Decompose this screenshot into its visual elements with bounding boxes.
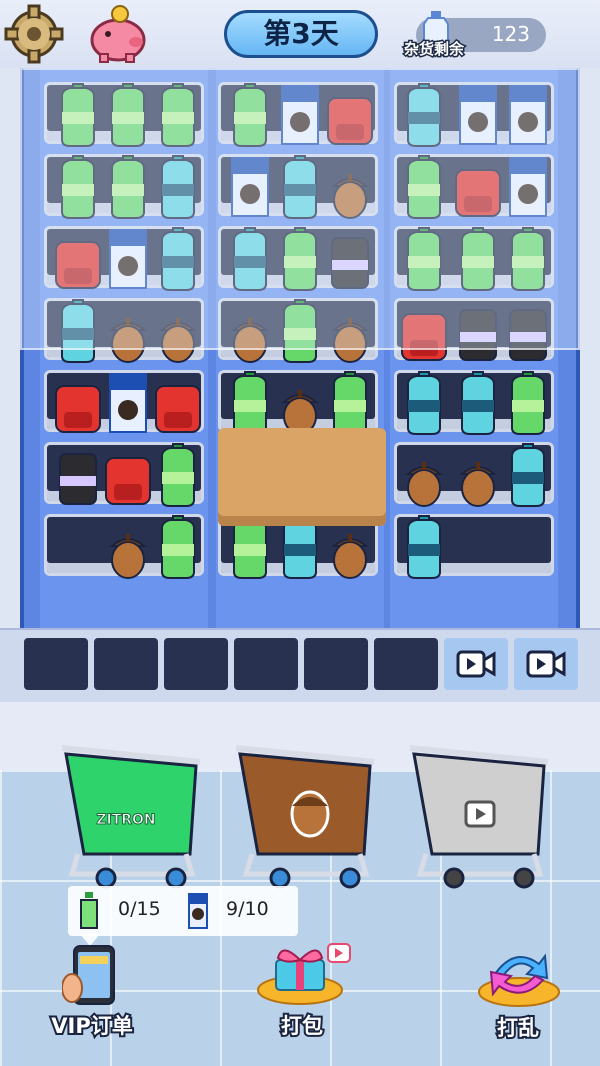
green-bottle-cart[interactable]: ZITRON <box>56 744 206 894</box>
unlock-slot-video-2[interactable] <box>514 638 578 690</box>
green-bottle-item[interactable] <box>511 371 545 435</box>
green-bottle-icon <box>80 892 98 929</box>
unlock-slot-video-1[interactable] <box>444 638 508 690</box>
acorn-item[interactable] <box>331 534 369 579</box>
gift-box-icon <box>257 943 351 1005</box>
blue-bottle-item[interactable] <box>511 443 545 507</box>
cookie-pack-item[interactable] <box>109 373 147 433</box>
cardboard-box[interactable] <box>218 428 386 526</box>
vip-order-button[interactable]: VIP订单 <box>44 944 140 1040</box>
holding-slot-3[interactable] <box>164 638 228 690</box>
blue-bottle-item[interactable] <box>461 371 495 435</box>
cookie-pack-progress: 9/10 <box>226 898 269 920</box>
can-item[interactable] <box>59 453 97 505</box>
backpack-item[interactable] <box>155 385 201 433</box>
holding-slot-4[interactable] <box>234 638 298 690</box>
pack-button[interactable]: 打包 <box>252 940 352 1040</box>
video-ad-icon <box>456 650 496 678</box>
cookie-pack-icon <box>188 893 208 929</box>
holding-slot-2[interactable] <box>94 638 158 690</box>
acorn-item[interactable] <box>109 534 147 579</box>
green-bottle-item[interactable] <box>333 371 367 435</box>
blue-bottle-item[interactable] <box>407 371 441 435</box>
green-bottle-item[interactable] <box>161 443 195 507</box>
backpack-item[interactable] <box>55 385 101 433</box>
holding-slot-5[interactable] <box>304 638 368 690</box>
shuffle-button[interactable]: 打乱 <box>468 944 568 1042</box>
blue-bottle-item[interactable] <box>407 515 441 579</box>
vip-order-panel: 0/15 9/10 <box>68 886 298 936</box>
green-bottle-progress: 0/15 <box>118 898 161 920</box>
fog-overlay <box>20 68 580 350</box>
acorn-item[interactable] <box>459 462 497 507</box>
holding-bar <box>0 628 600 704</box>
holding-slot-1[interactable] <box>24 638 88 690</box>
cart-label: ZITRON <box>96 812 155 828</box>
acorn-cart[interactable] <box>230 744 380 894</box>
green-bottle-item[interactable] <box>233 371 267 435</box>
holding-slot-6[interactable] <box>374 638 438 690</box>
acorn-icon <box>290 790 330 838</box>
phone-icon <box>61 945 115 1005</box>
backpack-item[interactable] <box>105 457 151 505</box>
shuffle-icon <box>478 953 560 1007</box>
acorn-item[interactable] <box>405 462 443 507</box>
video-ad-icon <box>526 650 566 678</box>
vip-order-label: VIP订单 <box>49 1012 134 1040</box>
locked-cart-video[interactable] <box>404 744 554 894</box>
green-bottle-item[interactable] <box>161 515 195 579</box>
shuffle-label: 打乱 <box>495 1014 541 1042</box>
pack-label: 打包 <box>279 1012 325 1040</box>
video-ad-icon <box>464 800 496 828</box>
